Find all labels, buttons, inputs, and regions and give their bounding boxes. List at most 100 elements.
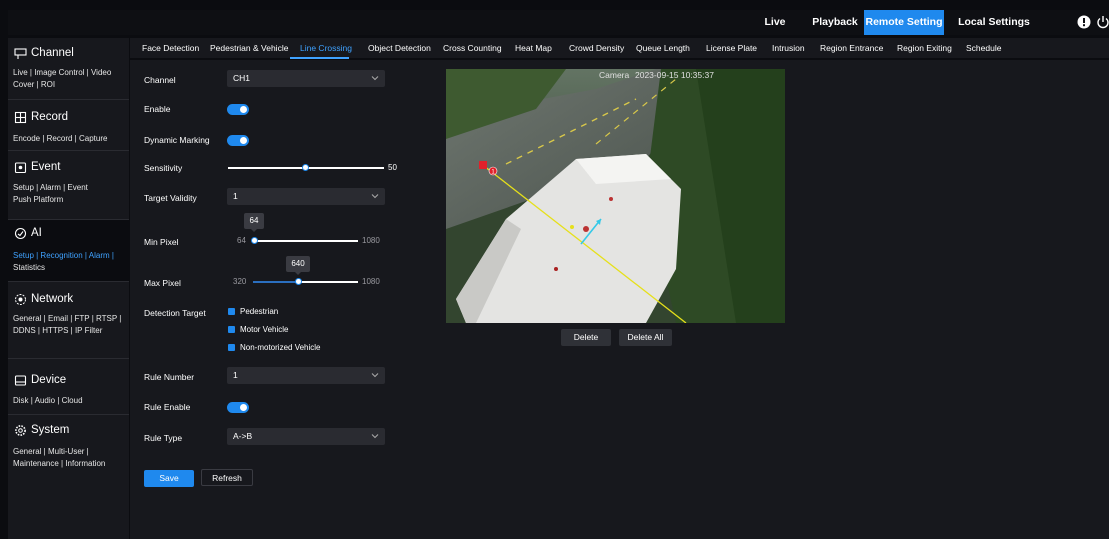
sidebar-links-channel[interactable]: Live | Image Control | Video Cover | ROI — [13, 67, 129, 90]
min-pixel-max: 1080 — [362, 236, 380, 245]
chevron-down-icon — [371, 373, 379, 378]
rule-type-select[interactable]: A->B — [227, 428, 385, 445]
sidebar-section-network[interactable]: Network — [14, 291, 73, 307]
max-pixel-tooltip: 640 — [286, 256, 310, 275]
channel-select[interactable]: CH1 — [227, 70, 385, 87]
event-icon — [14, 161, 27, 173]
tab-crowd-density[interactable]: Crowd Density — [569, 38, 624, 58]
motor-vehicle-checkbox[interactable] — [228, 326, 235, 333]
sidebar-section-title: Record — [31, 111, 69, 123]
sidebar-section-title: Device — [31, 374, 67, 386]
tab-heat-map[interactable]: Heat Map — [515, 38, 552, 58]
toggle-knob — [240, 106, 247, 113]
power-icon[interactable] — [1096, 15, 1109, 29]
target-validity-select[interactable]: 1 — [227, 188, 385, 205]
line-crossing-panel: Channel CH1 Enable Dynamic Marking Sensi… — [130, 60, 1109, 539]
min-pixel-min: 64 — [237, 236, 246, 245]
divider — [8, 99, 129, 100]
camera-name-overlay: Camera — [599, 70, 630, 80]
enable-toggle[interactable] — [227, 104, 249, 115]
rule-type-value: A->B — [233, 431, 253, 441]
tab-schedule[interactable]: Schedule — [966, 38, 1001, 58]
rule-type-label: Rule Type — [144, 433, 183, 443]
max-pixel-max: 1080 — [362, 277, 380, 286]
sidebar-links-ai-active[interactable]: Setup | Recognition | Alarm | — [13, 250, 129, 262]
sidebar-links-event[interactable]: Setup | Alarm | Event Push Platform — [13, 182, 103, 205]
max-pixel-slider[interactable] — [298, 281, 358, 283]
pedestrian-checkbox[interactable] — [228, 308, 235, 315]
tab-license-plate[interactable]: License Plate — [706, 38, 757, 58]
crossing-line[interactable] — [483, 165, 687, 323]
tab-cross-counting[interactable]: Cross Counting — [443, 38, 502, 58]
toggle-knob — [240, 137, 247, 144]
sidebar-section-title: Event — [31, 161, 61, 173]
target-validity-label: Target Validity — [144, 193, 197, 203]
info-icon[interactable] — [1077, 15, 1091, 29]
tab-queue-length[interactable]: Queue Length — [636, 38, 690, 58]
dynamic-marking-label: Dynamic Marking — [144, 135, 210, 145]
tab-region-entrance[interactable]: Region Entrance — [820, 38, 883, 58]
max-pixel-slider-handle[interactable] — [295, 278, 302, 285]
chevron-down-icon — [371, 434, 379, 439]
channel-select-value: CH1 — [233, 73, 251, 83]
sidebar: Channel Live | Image Control | Video Cov… — [8, 38, 129, 539]
nav-local-settings[interactable]: Local Settings — [956, 10, 1032, 35]
min-pixel-slider-handle[interactable] — [251, 237, 258, 244]
sensitivity-label: Sensitivity — [144, 163, 183, 173]
nav-live[interactable]: Live — [760, 10, 790, 35]
tab-object-detection[interactable]: Object Detection — [368, 38, 431, 58]
sidebar-links-device[interactable]: Disk | Audio | Cloud — [13, 395, 129, 407]
sidebar-section-event[interactable]: Event — [14, 159, 60, 175]
sidebar-links-network[interactable]: General | Email | FTP | RTSP | DDNS | HT… — [13, 313, 125, 336]
toggle-knob — [240, 404, 247, 411]
delete-all-button[interactable]: Delete All — [619, 329, 672, 346]
camera-preview[interactable]: 1 Camera 2023-09-15 10:35:37 — [446, 69, 785, 323]
line-endpoint-handle[interactable] — [479, 161, 487, 169]
tab-intrusion[interactable]: Intrusion — [772, 38, 805, 58]
sidebar-section-ai[interactable]: AI — [14, 225, 42, 241]
system-icon — [15, 424, 26, 436]
min-pixel-label: Min Pixel — [144, 237, 179, 247]
min-pixel-tooltip: 64 — [244, 213, 264, 232]
rule-number-select[interactable]: 1 — [227, 367, 385, 384]
sidebar-links-record[interactable]: Encode | Record | Capture — [13, 133, 129, 145]
nav-remote-setting[interactable]: Remote Setting — [864, 10, 944, 35]
divider — [8, 281, 129, 282]
sidebar-section-title: AI — [31, 227, 42, 239]
sidebar-section-channel[interactable]: Channel — [14, 45, 74, 61]
motor-vehicle-checkbox-label: Motor Vehicle — [240, 325, 289, 334]
dynamic-marking-toggle[interactable] — [227, 135, 249, 146]
line-midpoint-handle[interactable] — [570, 225, 574, 229]
refresh-button[interactable]: Refresh — [201, 469, 253, 486]
sidebar-section-device[interactable]: Device — [14, 372, 66, 388]
channel-icon — [14, 47, 27, 59]
sidebar-section-record[interactable]: Record — [14, 109, 68, 125]
rule-number-value: 1 — [233, 370, 238, 380]
tab-pedestrian-vehicle[interactable]: Pedestrian & Vehicle — [210, 38, 288, 58]
rule-enable-label: Rule Enable — [144, 402, 191, 412]
pedestrian-checkbox-label: Pedestrian — [240, 307, 279, 316]
ai-tab-bar: Face Detection Pedestrian & Vehicle Line… — [130, 38, 1109, 59]
enable-label: Enable — [144, 104, 171, 114]
line-crossing-rule[interactable]: 1 — [446, 69, 785, 323]
max-pixel-min: 320 — [233, 277, 247, 286]
tab-region-exiting[interactable]: Region Exiting — [897, 38, 952, 58]
rule-number-label: Rule Number — [144, 372, 195, 382]
ai-icon — [14, 227, 27, 239]
rule-enable-toggle[interactable] — [227, 402, 249, 413]
sidebar-links-ai-statistics[interactable]: Statistics — [13, 262, 129, 274]
tab-face-detection[interactable]: Face Detection — [142, 38, 199, 58]
max-pixel-label: Max Pixel — [144, 278, 181, 288]
delete-button[interactable]: Delete — [561, 329, 611, 346]
min-pixel-slider[interactable] — [253, 240, 358, 242]
sidebar-links-system[interactable]: General | Multi-User | Maintenance | Inf… — [13, 446, 123, 469]
sidebar-section-system[interactable]: System — [14, 422, 69, 438]
save-button[interactable]: Save — [144, 470, 194, 487]
target-validity-value: 1 — [233, 191, 238, 201]
nav-playback[interactable]: Playback — [811, 10, 859, 35]
sidebar-section-title: Channel — [31, 47, 74, 59]
tab-line-crossing[interactable]: Line Crossing — [300, 38, 352, 58]
non-motorized-vehicle-checkbox[interactable] — [228, 344, 235, 351]
sensitivity-slider-handle[interactable] — [302, 164, 309, 171]
sensitivity-value: 50 — [388, 163, 397, 172]
